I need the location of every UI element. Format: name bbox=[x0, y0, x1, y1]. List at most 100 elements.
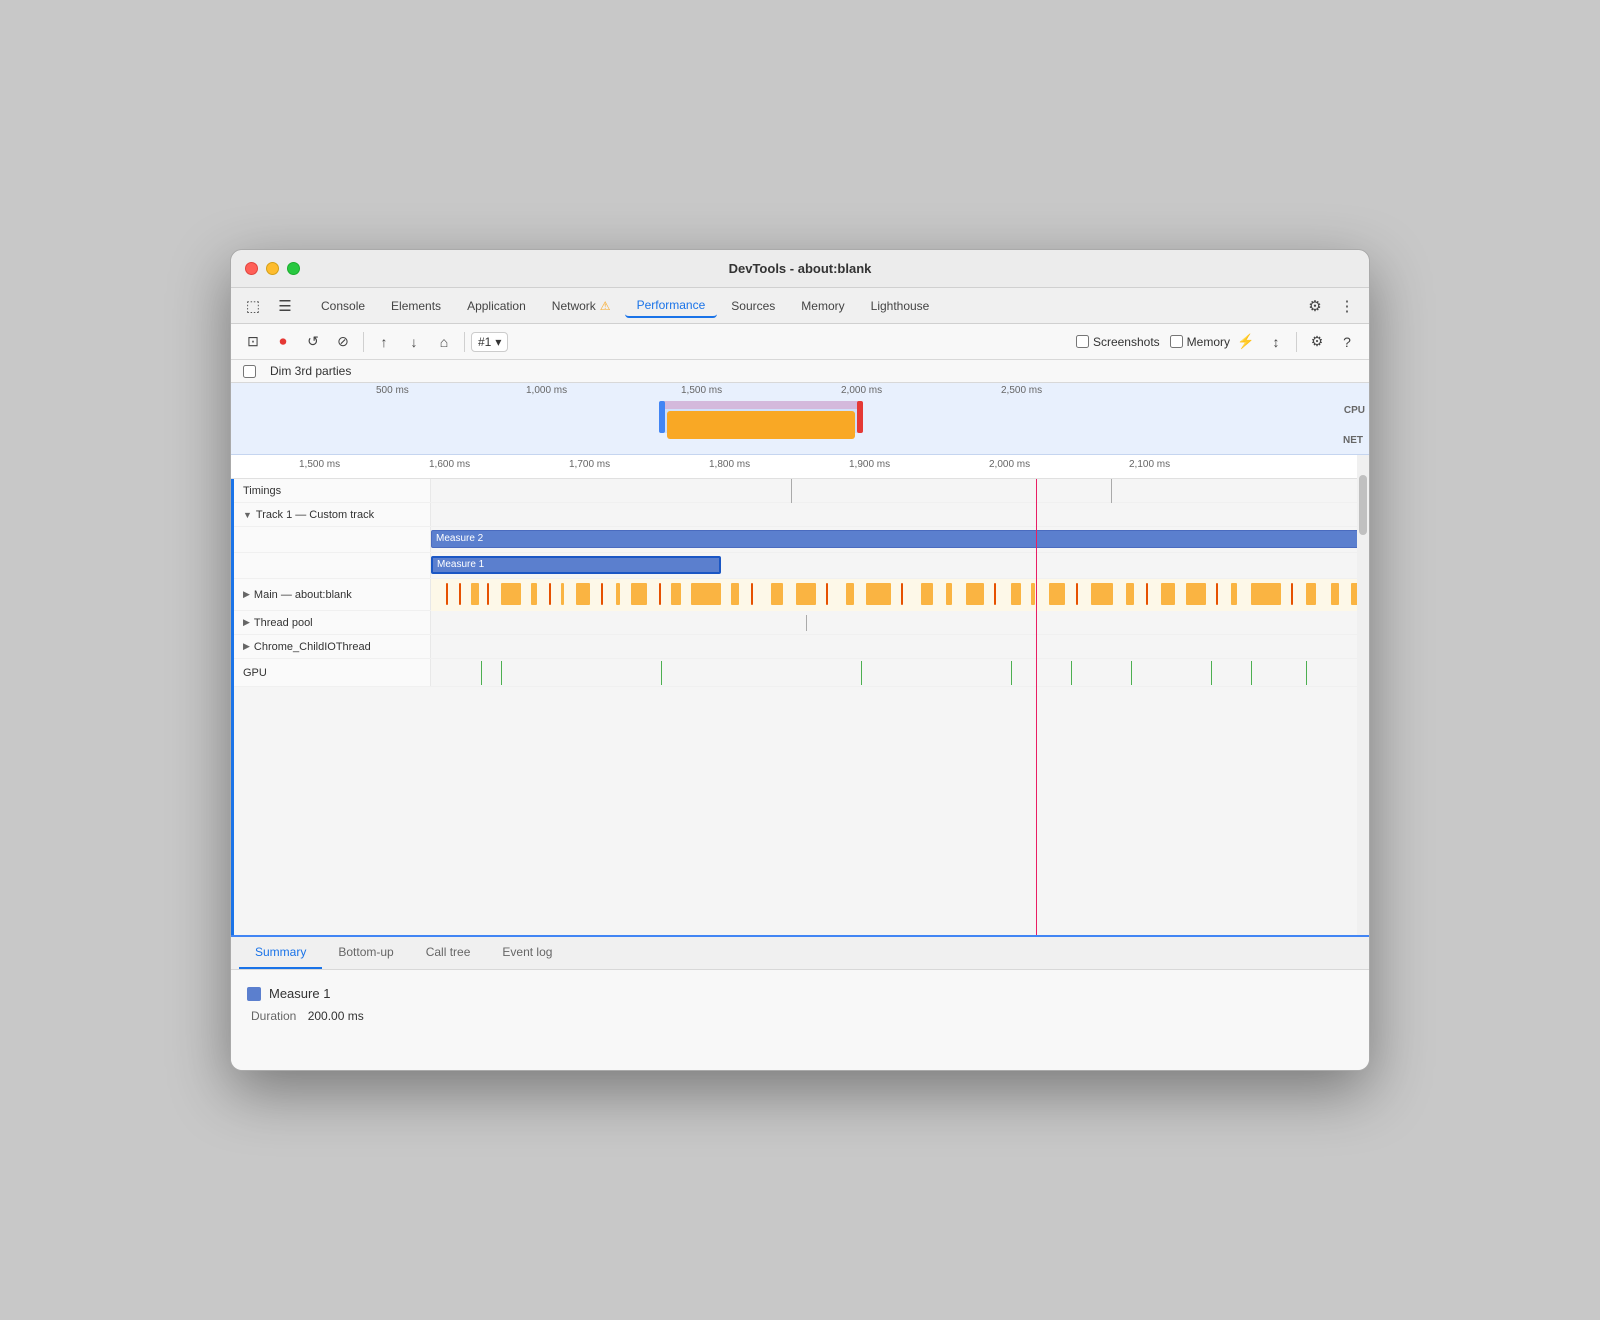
home-button[interactable]: ⌂ bbox=[430, 328, 458, 356]
tab-elements[interactable]: Elements bbox=[379, 295, 453, 317]
dim-parties-checkbox[interactable] bbox=[243, 365, 256, 378]
tick-2500ms: 2,500 ms bbox=[1001, 385, 1042, 396]
bottom-content: Measure 1 Duration 200.00 ms bbox=[231, 970, 1369, 1070]
settings-gear-button[interactable]: ⚙ bbox=[1303, 328, 1331, 356]
task-19 bbox=[796, 583, 816, 605]
task-41 bbox=[1306, 583, 1316, 605]
gpu-m2 bbox=[501, 661, 502, 685]
measure1-content[interactable]: Measure 1 bbox=[431, 553, 1369, 579]
toggle-record-button[interactable]: ⊡ bbox=[239, 328, 267, 356]
main-thread-row: ▶ Main — about:blank bbox=[231, 579, 1369, 611]
device-toggle-button[interactable]: ☰ bbox=[271, 292, 299, 320]
cpu-area bbox=[296, 401, 1339, 433]
task-1 bbox=[446, 583, 448, 605]
task-35 bbox=[1161, 583, 1175, 605]
task-9 bbox=[576, 583, 590, 605]
minimize-button[interactable] bbox=[266, 262, 279, 275]
start-profiling-button[interactable]: ⏺ bbox=[269, 328, 297, 356]
chrome-io-expand-icon[interactable]: ▶ bbox=[243, 641, 250, 652]
bottom-tabs: Summary Bottom-up Call tree Event log bbox=[231, 937, 1369, 970]
close-button[interactable] bbox=[245, 262, 258, 275]
network-warning-icon: ⚠ bbox=[600, 299, 611, 313]
cpu-label: CPU bbox=[1344, 405, 1365, 416]
upload-button[interactable]: ↑ bbox=[370, 328, 398, 356]
scrollbar-track[interactable] bbox=[1357, 455, 1369, 935]
gpu-m8 bbox=[1211, 661, 1212, 685]
chrome-io-row: ▶ Chrome_ChildIOThread bbox=[231, 635, 1369, 659]
tab-console[interactable]: Console bbox=[309, 295, 377, 317]
tab-network[interactable]: Network ⚠ bbox=[540, 295, 623, 317]
task-22 bbox=[866, 583, 891, 605]
timeline-overview[interactable]: 500 ms 1,000 ms 1,500 ms 2,000 ms 2,500 … bbox=[231, 383, 1369, 455]
task-6 bbox=[531, 583, 537, 605]
task-36 bbox=[1186, 583, 1206, 605]
toolbar-sep3 bbox=[1296, 332, 1297, 352]
task-31 bbox=[1076, 583, 1078, 605]
ruler-1800ms: 1,800 ms bbox=[709, 459, 750, 470]
nav-bar: ⬚ ☰ Console Elements Application Network… bbox=[231, 288, 1369, 324]
inspect-icon-button[interactable]: ⬚ bbox=[239, 292, 267, 320]
screenshots-checkbox-container[interactable]: Screenshots bbox=[1076, 335, 1160, 349]
tab-sources[interactable]: Sources bbox=[719, 295, 787, 317]
maximize-button[interactable] bbox=[287, 262, 300, 275]
main-thread-content[interactable] bbox=[431, 579, 1369, 611]
tracks-wrapper: 1,500 ms 1,600 ms 1,700 ms 1,800 ms 1,90… bbox=[231, 455, 1369, 935]
drag-handle-right[interactable] bbox=[857, 401, 863, 433]
thread-pool-marker bbox=[806, 615, 807, 631]
tick-2000ms: 2,000 ms bbox=[841, 385, 882, 396]
gpu-m10 bbox=[1306, 661, 1307, 685]
tab-call-tree[interactable]: Call tree bbox=[410, 937, 487, 969]
gpu-m1 bbox=[481, 661, 482, 685]
thread-pool-row: ▶ Thread pool bbox=[231, 611, 1369, 635]
scrollbar-thumb[interactable] bbox=[1359, 475, 1367, 535]
task-10 bbox=[601, 583, 603, 605]
tab-memory[interactable]: Memory bbox=[789, 295, 856, 317]
drag-handle-left[interactable] bbox=[659, 401, 665, 433]
task-2 bbox=[459, 583, 461, 605]
selection-top-fill bbox=[662, 401, 860, 409]
measure1-row: Measure 1 bbox=[231, 553, 1369, 579]
task-7 bbox=[549, 583, 551, 605]
task-18 bbox=[771, 583, 783, 605]
measure2-row: Measure 2 bbox=[231, 527, 1369, 553]
memory-checkbox-container[interactable]: Memory bbox=[1170, 335, 1230, 349]
clear-button[interactable]: ⊘ bbox=[329, 328, 357, 356]
task-33 bbox=[1126, 583, 1134, 605]
thread-pool-label: ▶ Thread pool bbox=[231, 611, 431, 634]
ruler-1900ms: 1,900 ms bbox=[849, 459, 890, 470]
net-label: NET bbox=[1343, 435, 1363, 446]
gpu-label: GPU bbox=[231, 659, 431, 686]
selection-overlay[interactable] bbox=[661, 401, 861, 433]
tab-lighthouse[interactable]: Lighthouse bbox=[859, 295, 942, 317]
download-button[interactable]: ↓ bbox=[400, 328, 428, 356]
memory-checkbox[interactable] bbox=[1170, 335, 1183, 348]
traffic-lights bbox=[245, 262, 300, 275]
timing-marker-2 bbox=[1111, 479, 1112, 503]
tab-event-log[interactable]: Event log bbox=[486, 937, 568, 969]
chrome-io-label: ▶ Chrome_ChildIOThread bbox=[231, 635, 431, 658]
tab-bottom-up[interactable]: Bottom-up bbox=[322, 937, 409, 969]
custom-track-header: ▼ Track 1 — Custom track bbox=[231, 503, 1369, 527]
task-5 bbox=[501, 583, 521, 605]
help-button[interactable]: ? bbox=[1333, 328, 1361, 356]
more-icon-button[interactable]: ⋮ bbox=[1333, 292, 1361, 320]
network-throttle-button[interactable]: ↕ bbox=[1262, 328, 1290, 356]
reload-button[interactable]: ↺ bbox=[299, 328, 327, 356]
bottom-panel: Summary Bottom-up Call tree Event log Me… bbox=[231, 935, 1369, 1070]
thread-pool-expand-icon[interactable]: ▶ bbox=[243, 617, 250, 628]
profile-select[interactable]: #1 ▾ bbox=[471, 332, 508, 352]
main-expand-arrow-icon[interactable]: ▶ bbox=[243, 589, 250, 600]
dim-bar: Dim 3rd parties bbox=[231, 360, 1369, 383]
tab-performance[interactable]: Performance bbox=[625, 294, 718, 318]
expand-arrow-icon[interactable]: ▼ bbox=[243, 510, 252, 520]
measure2-content[interactable]: Measure 2 bbox=[431, 527, 1369, 553]
task-14 bbox=[671, 583, 681, 605]
cpu-throttle-button[interactable]: ⚡ bbox=[1232, 328, 1260, 356]
measure2-bar[interactable]: Measure 2 bbox=[431, 530, 1369, 548]
screenshots-checkbox[interactable] bbox=[1076, 335, 1089, 348]
tab-summary[interactable]: Summary bbox=[239, 937, 322, 969]
task-23 bbox=[901, 583, 903, 605]
tab-application[interactable]: Application bbox=[455, 295, 538, 317]
settings-icon-button[interactable]: ⚙ bbox=[1301, 292, 1329, 320]
measure1-bar[interactable]: Measure 1 bbox=[431, 556, 721, 574]
